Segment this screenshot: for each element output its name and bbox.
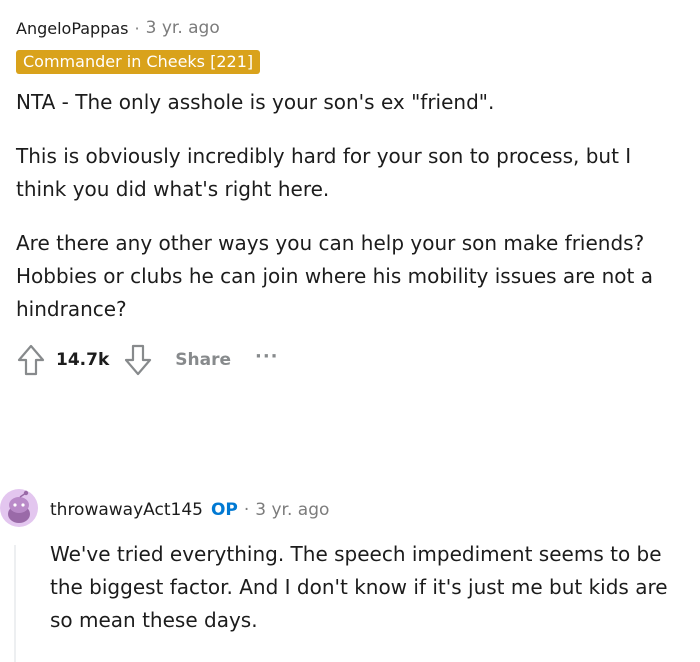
comment-paragraph: Are there any other ways you can help yo… — [16, 231, 653, 321]
upvote-icon[interactable] — [16, 343, 46, 377]
user-flair: Commander in Cheeks [221] — [16, 50, 261, 74]
op-badge: OP — [210, 500, 238, 520]
comment-body: NTA - The only asshole is your son's ex … — [16, 86, 686, 326]
meta-separator: · — [134, 18, 140, 38]
snoo-avatar-icon[interactable] — [0, 484, 38, 532]
reply-body: We've tried everything. The speech imped… — [50, 538, 690, 637]
comment-actions: 14.7k Share ··· — [16, 340, 686, 380]
reply-paragraph: We've tried everything. The speech imped… — [50, 542, 668, 632]
share-button[interactable]: Share — [175, 350, 231, 370]
comment-author[interactable]: AngeloPappas — [16, 19, 129, 38]
reply-comment: throwawayAct145 OP · 3 yr. ago We've tri… — [50, 496, 690, 637]
thread-line[interactable] — [14, 545, 16, 662]
downvote-icon[interactable] — [123, 343, 153, 377]
comment-meta: AngeloPappas · 3 yr. ago — [16, 14, 686, 42]
reply-author[interactable]: throwawayAct145 — [50, 500, 203, 520]
reply-meta: throwawayAct145 OP · 3 yr. ago — [50, 496, 690, 524]
comment-timestamp[interactable]: 3 yr. ago — [146, 18, 220, 38]
vote-score: 14.7k — [56, 350, 110, 370]
more-options-icon[interactable]: ··· — [255, 346, 279, 367]
meta-separator: · — [243, 500, 250, 520]
comment-paragraph: This is obviously incredibly hard for yo… — [16, 144, 632, 201]
comment: AngeloPappas · 3 yr. ago Commander in Ch… — [16, 14, 686, 380]
reply-timestamp[interactable]: 3 yr. ago — [255, 500, 329, 520]
comment-paragraph: NTA - The only asshole is your son's ex … — [16, 90, 495, 114]
